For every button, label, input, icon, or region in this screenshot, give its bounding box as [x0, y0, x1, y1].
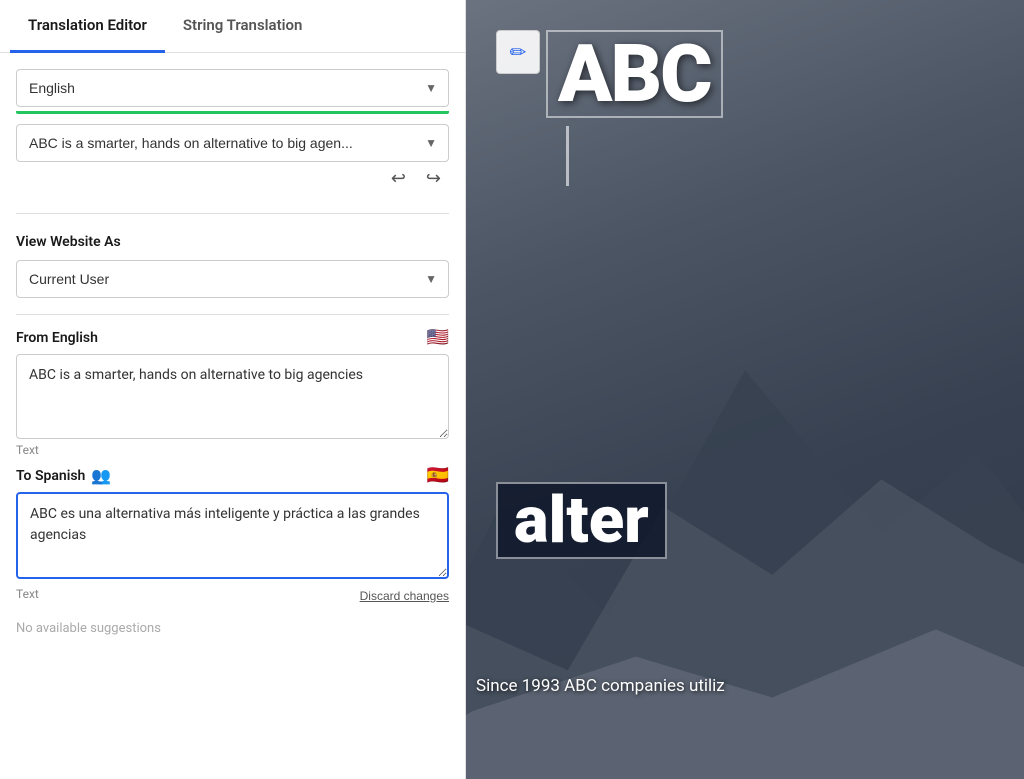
from-lang-row: From English 🇺🇸	[16, 327, 449, 348]
undo-button[interactable]: ↩	[387, 166, 410, 191]
language-select-wrapper: English ▼	[16, 69, 449, 107]
from-text-area[interactable]	[16, 354, 449, 439]
string-select[interactable]: ABC is a smarter, hands on alternative t…	[16, 124, 449, 162]
abc-text: ABC	[558, 27, 711, 121]
from-lang-label: From English	[16, 330, 98, 346]
string-select-wrapper: ABC is a smarter, hands on alternative t…	[16, 124, 449, 162]
from-field-type: Text	[16, 443, 449, 457]
divider-1	[16, 213, 449, 214]
undo-redo-bar: ↩ ↪	[16, 166, 449, 191]
to-lang-label: To Spanish 👥	[16, 466, 111, 485]
left-panel: Translation Editor String Translation En…	[0, 0, 466, 779]
tabs-bar: Translation Editor String Translation	[0, 0, 465, 53]
to-lang-row: To Spanish 👥 🇪🇸	[16, 465, 449, 486]
view-website-label: View Website As	[16, 234, 449, 250]
suggestions-label: No available suggestions	[16, 621, 449, 636]
discard-changes-button[interactable]: Discard changes	[360, 589, 449, 603]
users-icon: 👥	[91, 466, 111, 485]
preview-panel: ✏ ABC alter Since 1993 ABC companies uti…	[466, 0, 1024, 779]
language-progress-bar	[16, 111, 449, 114]
language-select[interactable]: English	[16, 69, 449, 107]
alter-block: alter	[496, 482, 667, 559]
tab-string-translation[interactable]: String Translation	[165, 0, 321, 53]
tab-translation-editor[interactable]: Translation Editor	[10, 0, 165, 53]
view-as-select-wrapper: Current User ▼	[16, 260, 449, 298]
pencil-icon: ✏	[510, 40, 527, 64]
to-flag-icon: 🇪🇸	[427, 465, 449, 486]
to-field-type: Text	[16, 587, 39, 601]
discard-row: Text Discard changes	[16, 583, 449, 609]
redo-button[interactable]: ↪	[422, 166, 445, 191]
since-text: Since 1993 ABC companies utiliz	[476, 674, 725, 700]
view-as-select[interactable]: Current User	[16, 260, 449, 298]
preview-content: ✏ ABC alter Since 1993 ABC companies uti…	[466, 0, 1024, 779]
divider-2	[16, 314, 449, 315]
to-text-area[interactable]	[16, 492, 449, 579]
from-flag-icon: 🇺🇸	[427, 327, 449, 348]
panel-body: English ▼ ABC is a smarter, hands on alt…	[0, 53, 465, 779]
alter-text: alter	[514, 482, 649, 558]
edit-icon-box[interactable]: ✏	[496, 30, 540, 74]
